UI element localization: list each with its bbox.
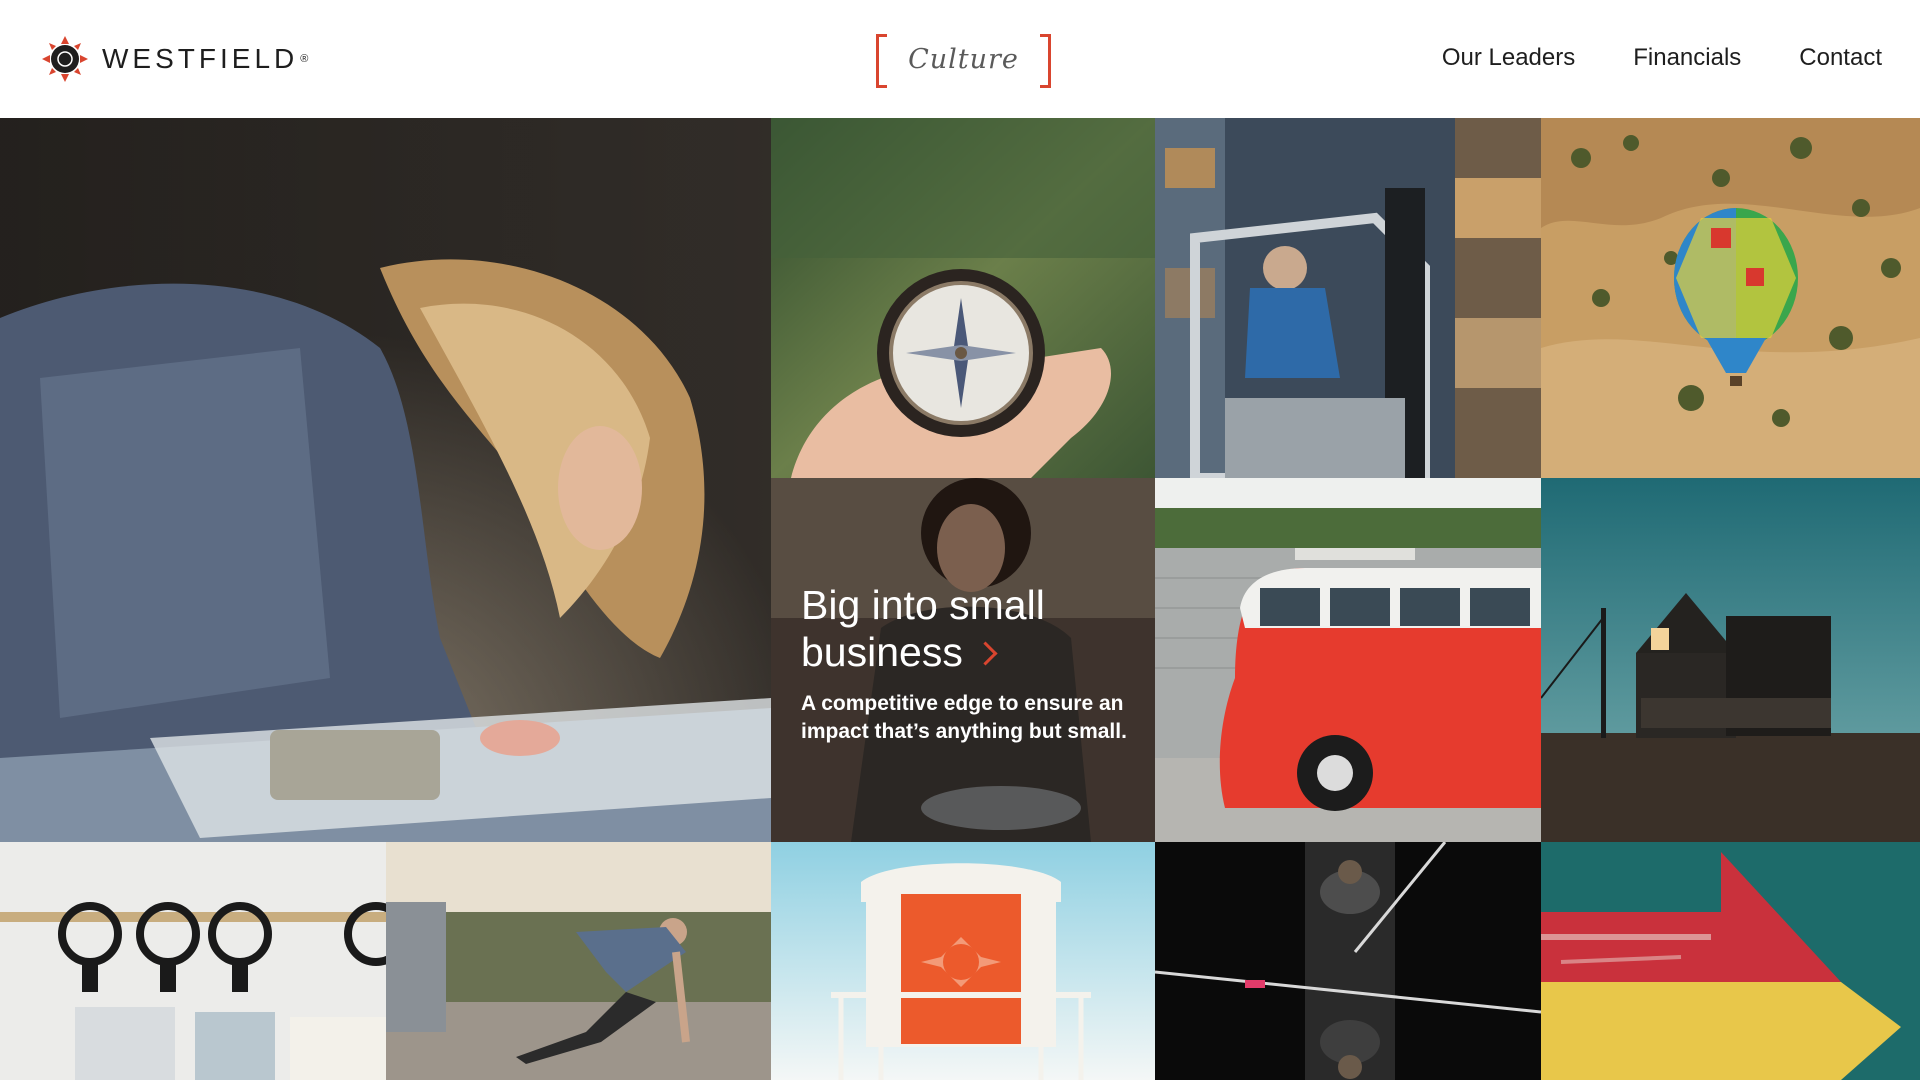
tile-vw-bus[interactable] xyxy=(1155,478,1541,842)
section-label: Culture xyxy=(908,43,1019,75)
tile-breakdancer[interactable] xyxy=(386,842,771,1080)
nav-our-leaders[interactable]: Our Leaders xyxy=(1442,44,1575,72)
tile-rowers[interactable] xyxy=(1155,842,1541,1080)
feature-headline-line1: Big into small xyxy=(801,582,1045,628)
nav-contact[interactable]: Contact xyxy=(1799,44,1882,72)
breakdancer-photo xyxy=(386,842,771,1080)
tile-forklift[interactable] xyxy=(1155,118,1541,478)
feature-copy: Big into small business A competitive ed… xyxy=(801,582,1141,746)
lifeguard-tower-photo xyxy=(771,842,1155,1080)
forklift-warehouse-photo xyxy=(1155,118,1541,478)
section-indicator: Culture xyxy=(876,34,1051,88)
main-nav: Our Leaders Financials Contact xyxy=(1442,44,1882,72)
brand-name: WESTFIELD xyxy=(102,43,299,74)
tile-balloon[interactable] xyxy=(1541,118,1920,478)
tile-feature-small-business[interactable]: Big into small business A competitive ed… xyxy=(771,478,1155,842)
feature-subtext: A competitive edge to ensure an impact t… xyxy=(801,692,1127,743)
tile-compass[interactable] xyxy=(771,118,1155,478)
chevron-right-icon xyxy=(973,641,998,666)
painted-arrow-wall-photo xyxy=(1541,842,1920,1080)
red-vw-bus-photo xyxy=(1155,478,1541,842)
brand-logo[interactable]: WESTFIELD ® xyxy=(40,34,308,84)
nav-financials[interactable]: Financials xyxy=(1633,44,1741,72)
hot-air-balloon-photo xyxy=(1541,118,1920,478)
tile-curtain-rings[interactable] xyxy=(0,842,386,1080)
house-at-dusk-photo xyxy=(1541,478,1920,842)
feature-headline-line2: business xyxy=(801,629,963,675)
compass-in-hand-photo xyxy=(771,118,1155,478)
tile-lifeguard-tower[interactable] xyxy=(771,842,1155,1080)
logo-mark-icon xyxy=(42,36,88,82)
site-header: WESTFIELD ® Culture Our Leaders Financial… xyxy=(0,0,1920,118)
right-bracket-icon xyxy=(1040,34,1051,88)
tile-painted-arrow[interactable] xyxy=(1541,842,1920,1080)
woman-studying-map-photo xyxy=(0,118,771,842)
feature-headline[interactable]: Big into small business xyxy=(801,582,1141,676)
left-bracket-icon xyxy=(876,34,887,88)
tile-woman-map[interactable] xyxy=(0,118,771,842)
tile-house[interactable] xyxy=(1541,478,1920,842)
registered-mark: ® xyxy=(300,53,309,65)
rowers-overhead-photo xyxy=(1155,842,1541,1080)
curtain-rings-photo xyxy=(0,842,386,1080)
